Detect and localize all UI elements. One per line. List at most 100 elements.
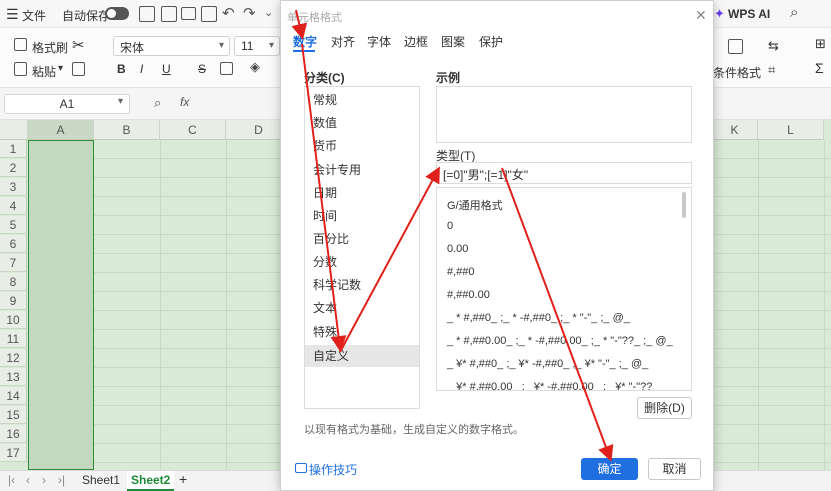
name-box-dropdown-icon[interactable]: ▾ xyxy=(118,96,123,107)
border-icon[interactable] xyxy=(220,62,233,75)
type-list-item[interactable]: #,##0 xyxy=(447,266,475,278)
row-header[interactable]: 13 xyxy=(0,368,27,386)
paste-button[interactable]: 粘贴 xyxy=(32,63,56,80)
file-menu[interactable]: 文件 xyxy=(22,7,46,24)
close-icon[interactable]: ✕ xyxy=(695,7,707,24)
type-input[interactable]: [=0]"男";[=1]"女" xyxy=(436,162,692,184)
fx-icon[interactable]: fx xyxy=(180,95,189,109)
category-item[interactable]: 常规 xyxy=(305,89,419,111)
type-list-item[interactable]: _ ¥* #,##0.00_ ;_ ¥* -#,##0.00_ ;_ ¥* "-… xyxy=(447,381,652,390)
export-icon[interactable] xyxy=(161,6,177,22)
fill-color-icon[interactable]: ◈ xyxy=(250,59,260,75)
category-item[interactable]: 科学记数 xyxy=(305,274,419,296)
sort-icon[interactable]: ⊞ xyxy=(815,36,826,52)
type-list-scrollbar[interactable] xyxy=(682,192,686,218)
redo-icon[interactable]: ↷ xyxy=(243,4,256,22)
category-item[interactable]: 特殊 xyxy=(305,321,419,343)
type-list-item[interactable]: #,##0.00 xyxy=(447,289,490,301)
type-list[interactable]: G/通用格式 0 0.00 #,##0 #,##0.00 _ * #,##0_ … xyxy=(436,187,692,391)
cell-style-icon[interactable]: ⇆ xyxy=(768,38,779,54)
sheet-tab-sheet2[interactable]: Sheet2 xyxy=(127,471,175,491)
row-header[interactable]: 8 xyxy=(0,273,27,291)
wps-ai-button[interactable]: WPS AI xyxy=(728,7,770,21)
category-item[interactable]: 会计专用 xyxy=(305,159,419,181)
tab-number[interactable]: 数字 xyxy=(293,33,317,50)
italic-button[interactable]: I xyxy=(140,62,143,76)
name-box[interactable]: A1 xyxy=(4,94,130,114)
category-item[interactable]: 数值 xyxy=(305,112,419,134)
font-size-select[interactable]: 11 ▾ xyxy=(234,36,280,56)
tips-link[interactable]: 操作技巧 xyxy=(309,461,357,478)
tab-font[interactable]: 字体 xyxy=(367,33,391,50)
cut-icon[interactable]: ✂ xyxy=(72,36,85,54)
copy-icon[interactable] xyxy=(72,62,85,76)
undo-icon[interactable]: ↶ xyxy=(222,4,235,22)
category-item[interactable]: 日期 xyxy=(305,182,419,204)
corner-cell[interactable] xyxy=(0,120,28,140)
column-header[interactable]: C xyxy=(160,120,226,140)
chevron-down-icon[interactable]: ⌄ xyxy=(264,6,273,19)
sheet-tab-sheet1[interactable]: Sheet1 xyxy=(78,473,124,487)
row-header[interactable]: 10 xyxy=(0,311,27,329)
column-header[interactable]: A xyxy=(28,120,94,140)
category-item[interactable]: 百分比 xyxy=(305,228,419,250)
type-list-item[interactable]: 0 xyxy=(447,220,453,232)
row-header[interactable]: 11 xyxy=(0,330,27,348)
next-sheet-icon[interactable]: › xyxy=(38,473,50,487)
autosave-toggle[interactable] xyxy=(105,7,129,20)
column-header[interactable]: K xyxy=(712,120,758,140)
zoom-icon[interactable]: ⌕ xyxy=(154,95,161,111)
search-icon[interactable]: ⌕ xyxy=(790,4,798,21)
tab-alignment[interactable]: 对齐 xyxy=(331,33,355,50)
column-header[interactable]: L xyxy=(758,120,824,140)
tab-border[interactable]: 边框 xyxy=(404,33,428,50)
ok-button[interactable]: 确定 xyxy=(581,458,638,480)
conditional-format-button[interactable]: 条件格式 xyxy=(713,64,761,81)
row-header[interactable]: 17 xyxy=(0,444,27,462)
save-icon[interactable] xyxy=(139,6,155,22)
row-header[interactable]: 14 xyxy=(0,387,27,405)
type-list-item[interactable]: 0.00 xyxy=(447,243,468,255)
row-header[interactable]: 5 xyxy=(0,216,27,234)
row-header[interactable]: 7 xyxy=(0,254,27,272)
sum-icon[interactable]: Σ xyxy=(815,60,824,76)
tab-pattern[interactable]: 图案 xyxy=(441,33,465,50)
delete-button[interactable]: 删除(D) xyxy=(637,397,692,419)
type-list-item[interactable]: _ * #,##0_ ;_ * -#,##0_ ;_ * "-"_ ;_ @_ xyxy=(447,312,630,324)
column-header[interactable]: B xyxy=(94,120,160,140)
print-preview-icon[interactable] xyxy=(201,6,217,22)
prev-sheet-icon[interactable]: ‹ xyxy=(22,473,34,487)
row-header[interactable]: 1 xyxy=(0,140,27,158)
first-sheet-icon[interactable]: |‹ xyxy=(4,473,19,487)
category-item[interactable]: 文本 xyxy=(305,297,419,319)
table-style-icon[interactable] xyxy=(728,39,743,54)
format-painter-button[interactable]: 格式刷 xyxy=(32,39,68,56)
freeze-icon[interactable]: ⌗ xyxy=(768,62,775,78)
category-item[interactable]: 分数 xyxy=(305,251,419,273)
underline-button[interactable]: U xyxy=(162,62,171,76)
row-header[interactable]: 16 xyxy=(0,425,27,443)
last-sheet-icon[interactable]: ›| xyxy=(54,473,69,487)
bold-button[interactable]: B xyxy=(117,62,126,76)
print-icon[interactable] xyxy=(181,7,196,20)
category-list[interactable]: 常规 数值 货币 会计专用 日期 时间 百分比 分数 科学记数 文本 特殊 自定… xyxy=(304,86,420,409)
category-item[interactable]: 货币 xyxy=(305,135,419,157)
row-header[interactable]: 4 xyxy=(0,197,27,215)
row-header[interactable]: 9 xyxy=(0,292,27,310)
row-header[interactable]: 6 xyxy=(0,235,27,253)
category-item[interactable]: 时间 xyxy=(305,205,419,227)
row-header[interactable]: 15 xyxy=(0,406,27,424)
font-name-select[interactable]: 宋体 ▾ xyxy=(113,36,230,56)
row-header[interactable]: 12 xyxy=(0,349,27,367)
selected-column-a[interactable] xyxy=(28,140,94,470)
row-header[interactable]: 2 xyxy=(0,159,27,177)
type-list-item[interactable]: G/通用格式 xyxy=(447,197,503,213)
strikethrough-button[interactable]: S xyxy=(198,62,206,76)
menu-icon[interactable]: ☰ xyxy=(6,6,19,23)
paste-dropdown-icon[interactable]: ▾ xyxy=(58,63,63,74)
type-list-item[interactable]: _ ¥* #,##0_ ;_ ¥* -#,##0_ ;_ ¥* "-"_ ;_ … xyxy=(447,358,648,370)
tab-protection[interactable]: 保护 xyxy=(479,33,503,50)
row-header[interactable]: 3 xyxy=(0,178,27,196)
type-list-item[interactable]: _ * #,##0.00_ ;_ * -#,##0.00_ ;_ * "-"??… xyxy=(447,335,673,347)
cancel-button[interactable]: 取消 xyxy=(648,458,701,480)
